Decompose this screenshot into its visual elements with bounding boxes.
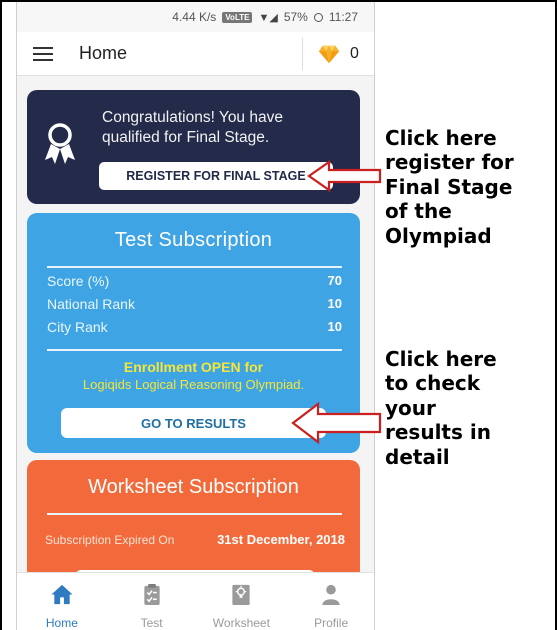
annotation-line: Final Stage (385, 174, 513, 199)
nav-label: Home (45, 616, 78, 630)
annotation-line: detail (385, 444, 450, 469)
page-title: Home (79, 43, 128, 63)
gem-count: 0 (350, 45, 359, 62)
gem-counter[interactable]: 0 (302, 38, 374, 70)
stat-row-score: Score (%) 70 (47, 273, 342, 289)
results-annotation: Click here to check your results in deta… (385, 347, 497, 469)
annotation-line: Olympiad (385, 223, 492, 248)
annotation-line: to check (385, 371, 481, 396)
stat-label: Score (%) (47, 273, 110, 289)
stat-value: 10 (327, 296, 342, 311)
network-speed: 4.44 K/s (172, 10, 217, 24)
subscription-expiry-row: Subscription Expired On 31st December, 2… (45, 532, 345, 547)
annotation-line: of the (385, 199, 452, 224)
nav-item-worksheet[interactable]: Worksheet (197, 573, 287, 630)
go-to-results-button[interactable]: GO TO RESULTS (61, 408, 326, 438)
worksheet-title-divider (47, 513, 342, 515)
medal-icon (45, 123, 75, 164)
annotation-line: register for (385, 150, 514, 175)
test-subscription-card: Test Subscription Score (%) 70 National … (27, 213, 360, 453)
clipboard-icon (143, 583, 160, 606)
annotation-line: your (385, 395, 436, 420)
expiry-date: 31st December, 2018 (217, 532, 345, 547)
stat-row-city-rank: City Rank 10 (47, 319, 342, 335)
register-final-stage-button[interactable]: REGISTER FOR FINAL STAGE (99, 162, 333, 190)
nav-label: Profile (314, 616, 349, 630)
stat-value: 70 (327, 273, 342, 288)
expiry-label: Subscription Expired On (45, 533, 175, 547)
nav-item-test[interactable]: Test (107, 573, 197, 630)
worksheet-subscription-card: Worksheet Subscription Subscription Expi… (27, 460, 360, 580)
annotation-line: Click here (385, 126, 497, 150)
app-bar: Home 0 (17, 32, 374, 76)
stat-row-national-rank: National Rank 10 (47, 296, 342, 312)
status-bar: 4.44 K/s VoLTE ▼◢ 57% 11:27 (17, 2, 374, 32)
annotation-line: results in (385, 420, 491, 445)
enrollment-subtitle: Logiqids Logical Reasoning Olympiad. (82, 377, 305, 392)
phone-screen: 4.44 K/s VoLTE ▼◢ 57% 11:27 Home 0 Congr… (16, 2, 375, 630)
home-icon (51, 584, 73, 605)
nav-label: Test (140, 616, 163, 630)
frame-left-border (0, 0, 2, 630)
stat-label: National Rank (47, 296, 135, 312)
stats-divider (47, 349, 342, 351)
bottom-nav: Home Test Worksheet Profile (17, 572, 374, 630)
volte-badge: VoLTE (222, 11, 253, 23)
nav-label: Worksheet (212, 616, 270, 630)
stat-label: City Rank (47, 319, 108, 335)
final-stage-card: Congratulations! You have qualified for … (27, 90, 360, 204)
test-title-divider (47, 266, 342, 268)
clock: 11:27 (328, 10, 358, 24)
diamond-icon (318, 45, 340, 64)
qualification-message: Congratulations! You have qualified for … (102, 109, 283, 146)
battery-level: 57% (283, 10, 308, 24)
worksheet-card-title: Worksheet Subscription (88, 476, 299, 498)
signal-icon: ▼◢ (258, 11, 278, 24)
enrollment-title: Enrollment OPEN for (123, 359, 264, 375)
stat-value: 10 (327, 319, 342, 334)
profile-icon (322, 584, 340, 606)
test-card-title: Test Subscription (114, 229, 273, 251)
annotation-line: Click here (385, 347, 497, 371)
nav-item-profile[interactable]: Profile (286, 573, 374, 630)
nav-item-home[interactable]: Home (17, 573, 107, 630)
battery-icon (313, 12, 323, 22)
worksheet-icon (232, 584, 250, 606)
register-annotation: Click here register for Final Stage of t… (385, 126, 514, 248)
hamburger-icon[interactable] (33, 46, 53, 61)
